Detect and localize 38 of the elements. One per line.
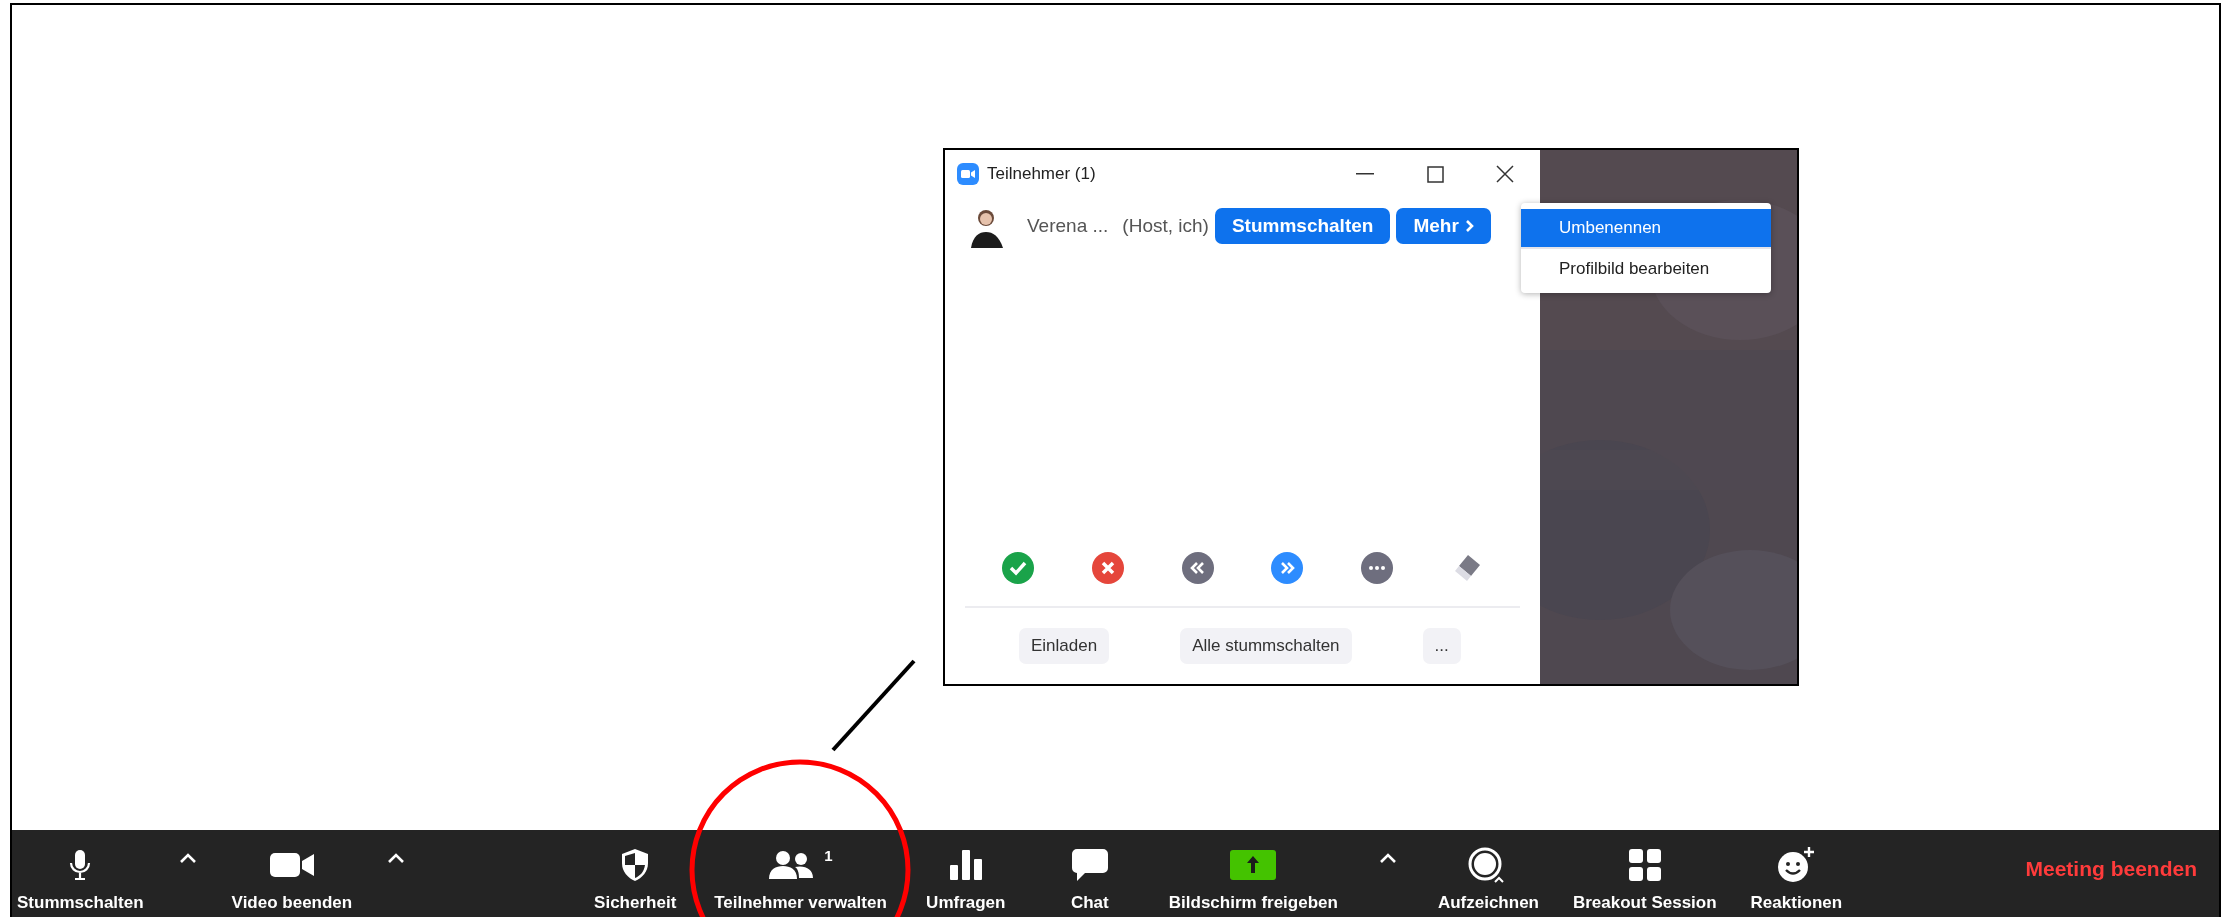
chevron-icon — [1464, 219, 1474, 233]
chat-icon — [1070, 848, 1109, 882]
rewind-icon[interactable] — [1181, 552, 1214, 584]
toolbar-button[interactable]: Stummschalten — [12, 830, 149, 917]
footer-button[interactable]: Alle stummschalten — [1180, 628, 1352, 664]
more-button[interactable]: Mehr — [1396, 208, 1491, 244]
toolbar-button[interactable]: Bildschirm freigeben — [1163, 830, 1343, 917]
footer-button[interactable]: Einladen — [1019, 628, 1110, 664]
smiley-add-icon — [1776, 846, 1817, 884]
toolbar-button[interactable]: Video beenden — [226, 830, 358, 917]
shield-icon — [620, 848, 651, 882]
menu-item[interactable]: Umbenennen — [1521, 209, 1771, 247]
cross-icon[interactable] — [1091, 552, 1124, 584]
microphone-icon — [69, 849, 92, 881]
mute-button[interactable]: Stummschalten — [1214, 208, 1391, 244]
share-screen-icon — [1230, 849, 1277, 881]
check-icon[interactable] — [1001, 552, 1034, 584]
camera-icon — [268, 851, 315, 879]
participant-count: 1 — [824, 847, 833, 864]
participant-role: (Host, ich) — [1122, 215, 1209, 237]
grid-icon — [1627, 848, 1662, 882]
more-icon[interactable] — [1361, 552, 1394, 584]
video-camera-icon — [957, 163, 979, 185]
footer-button[interactable]: ... — [1422, 628, 1461, 664]
toolbar-button[interactable]: Breakout Session — [1567, 830, 1722, 917]
toolbar-button[interactable]: Aufzeichnen — [1432, 830, 1544, 917]
toolbar-button[interactable]: Umfragen — [915, 830, 1016, 917]
toolbar-button[interactable]: Reaktionen — [1745, 830, 1848, 917]
end-meeting-button[interactable]: Meeting beenden — [2019, 855, 2203, 882]
toolbar-button[interactable]: 1 Teilnehmer verwalten — [709, 830, 892, 917]
menu-item[interactable]: Profilbild bearbeiten — [1521, 247, 1771, 289]
bar-chart-icon — [948, 849, 983, 881]
participant-name: Verena ... — [1027, 215, 1109, 237]
toolbar-button[interactable]: Sicherheit — [585, 830, 686, 917]
fast-forward-icon[interactable] — [1271, 552, 1304, 584]
toolbar-button[interactable]: Chat — [1039, 830, 1140, 917]
people-icon — [768, 850, 815, 880]
window-title: Teilnehmer (1) — [987, 164, 1097, 184]
